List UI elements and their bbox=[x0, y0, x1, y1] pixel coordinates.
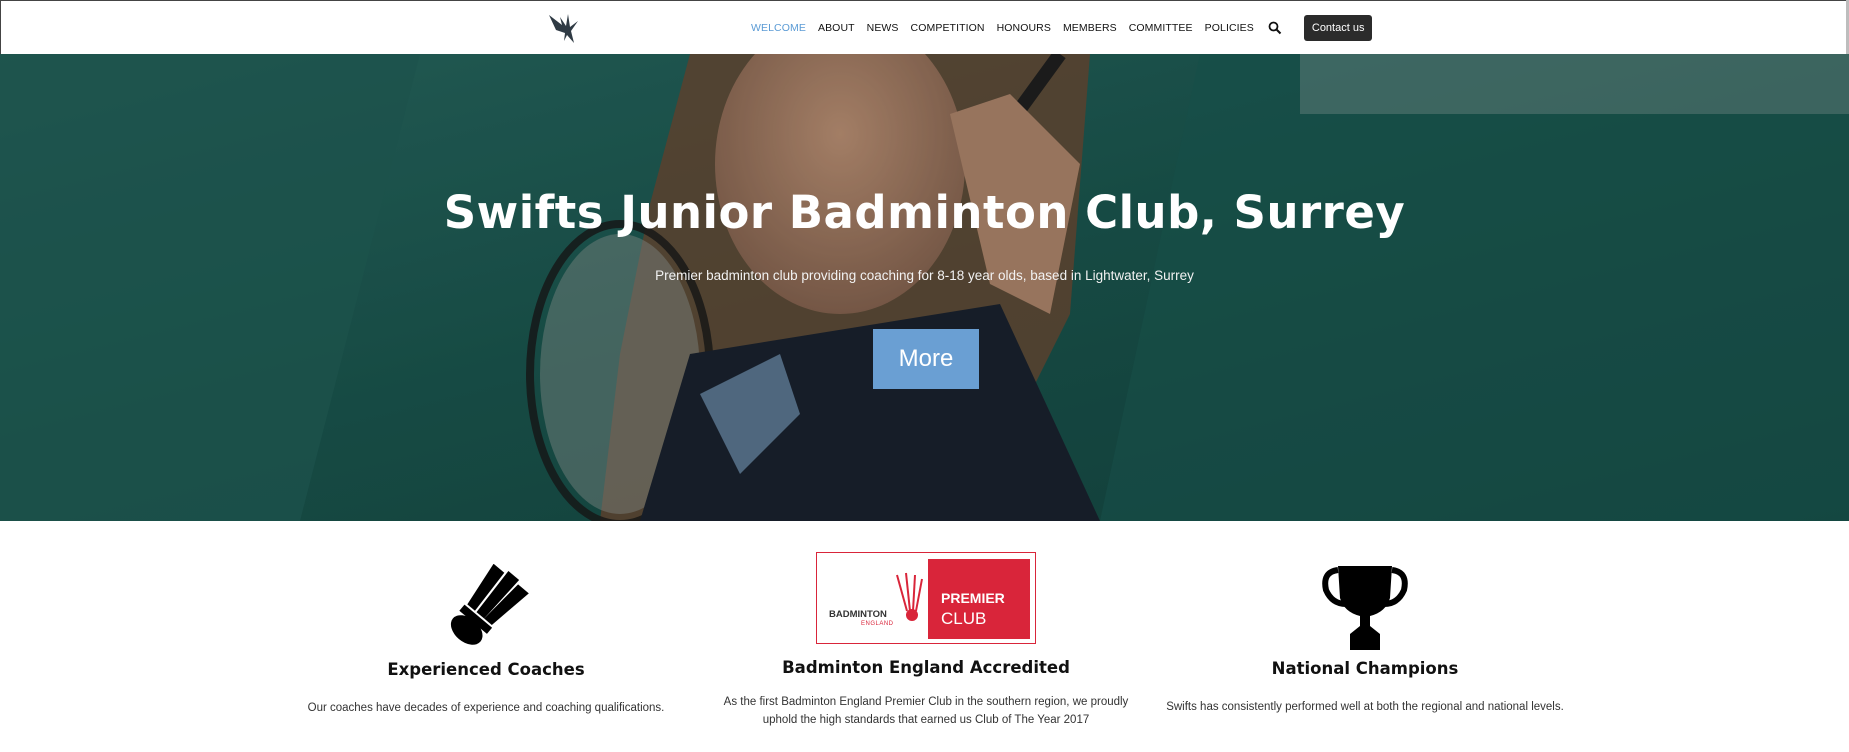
feature-text: Our coaches have decades of experience a… bbox=[307, 702, 665, 714]
logo-premier-text: PREMIER bbox=[941, 590, 1005, 606]
feature-title: Experienced Coaches bbox=[387, 660, 585, 679]
logo-left-text: BADMINTON bbox=[829, 609, 887, 620]
feature-text-line-1: As the first Badminton England Premier C… bbox=[723, 696, 1129, 708]
main-nav: WELCOME ABOUT NEWS COMPETITION HONOURS M… bbox=[751, 1, 1373, 55]
contact-us-button[interactable]: Contact us bbox=[1303, 15, 1373, 41]
swift-bird-icon[interactable] bbox=[546, 11, 584, 45]
feature-title: National Champions bbox=[1271, 659, 1459, 678]
logo-club-text: CLUB bbox=[941, 609, 987, 628]
nav-honours[interactable]: HONOURS bbox=[997, 22, 1051, 34]
logo-left-sub: ENGLAND bbox=[861, 621, 894, 627]
hero-banner: Swifts Junior Badminton Club, Surrey Pre… bbox=[0, 54, 1849, 521]
feature-title: Badminton England Accredited bbox=[782, 658, 1070, 677]
nav-committee[interactable]: COMMITTEE bbox=[1129, 22, 1193, 34]
nav-welcome[interactable]: WELCOME bbox=[751, 22, 806, 34]
hero-subtitle: Premier badminton club providing coachin… bbox=[655, 268, 1194, 283]
feature-text-line-2: uphold the high standards that earned us… bbox=[762, 714, 1090, 726]
shuttlecock-icon bbox=[450, 564, 529, 645]
feature-badminton-england-accredited: BADMINTON ENGLAND PREMIER CLUB Badminton… bbox=[716, 552, 1136, 729]
site-header: WELCOME ABOUT NEWS COMPETITION HONOURS M… bbox=[0, 0, 1849, 54]
feature-experienced-coaches: Experienced Coaches Our coaches have dec… bbox=[286, 564, 686, 717]
feature-text: Swifts has consistently performed well a… bbox=[1166, 701, 1564, 713]
nav-policies[interactable]: POLICIES bbox=[1205, 22, 1254, 34]
hero-overlay bbox=[0, 54, 1849, 521]
nav-members[interactable]: MEMBERS bbox=[1063, 22, 1117, 34]
hero-title: Swifts Junior Badminton Club, Surrey bbox=[443, 186, 1406, 239]
badminton-england-premier-club-logo: BADMINTON ENGLAND PREMIER CLUB bbox=[816, 552, 1036, 644]
nav-about[interactable]: ABOUT bbox=[818, 22, 855, 34]
more-button[interactable]: More bbox=[873, 329, 979, 389]
trophy-icon bbox=[1322, 566, 1408, 650]
feature-national-champions: National Champions Swifts has consistent… bbox=[1165, 564, 1565, 716]
nav-news[interactable]: NEWS bbox=[867, 22, 899, 34]
nav-competition[interactable]: COMPETITION bbox=[911, 22, 985, 34]
search-icon[interactable] bbox=[1268, 21, 1282, 35]
